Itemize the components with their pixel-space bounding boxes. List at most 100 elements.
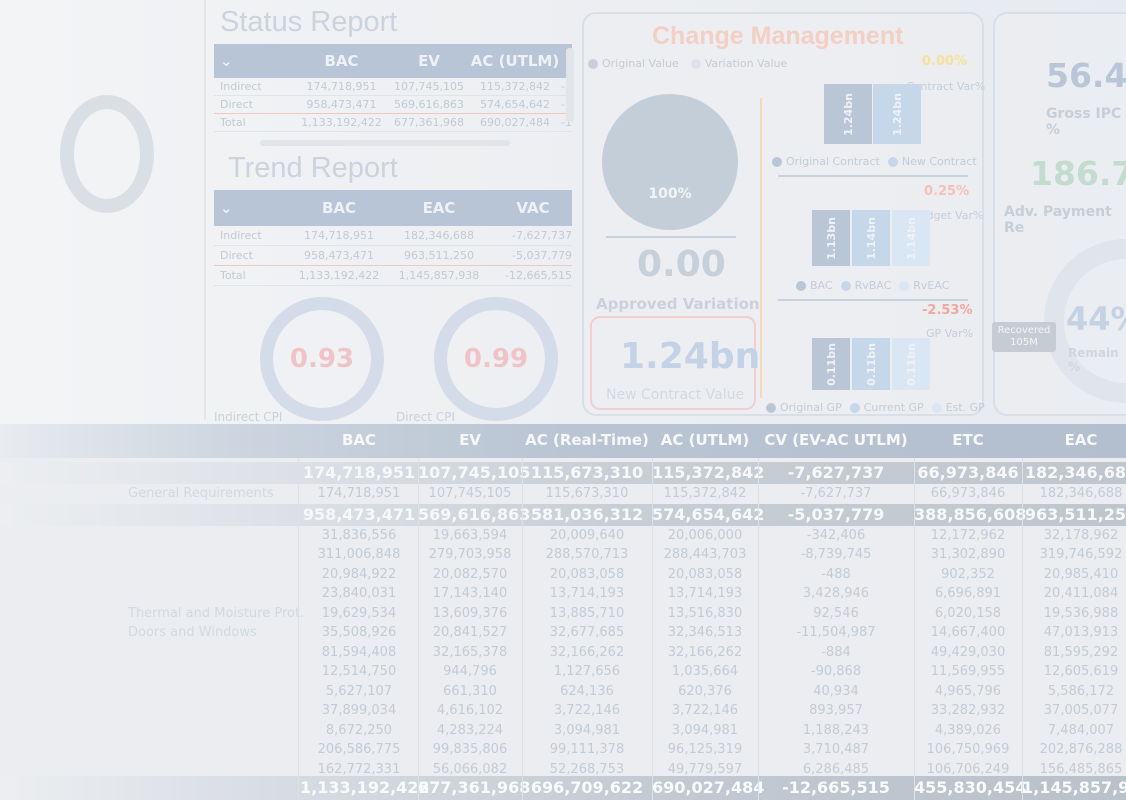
cell-eac: 182,346,688 bbox=[404, 229, 474, 242]
cell-ev: 677,361,968 bbox=[394, 116, 464, 129]
col-ev[interactable]: EV bbox=[418, 431, 522, 449]
col-etc[interactable]: ETC bbox=[914, 431, 1022, 449]
cell-vac: -12,665,515 bbox=[505, 269, 572, 282]
col-eac[interactable]: EAC bbox=[1022, 431, 1126, 449]
table-cell: 19,663,594 bbox=[432, 527, 508, 543]
row-label: General Requirements bbox=[128, 486, 274, 501]
table-cell: 156,485,865 bbox=[1039, 761, 1123, 777]
table-row[interactable]: General Requirements 174,718,951 107,745,1… bbox=[0, 484, 1126, 504]
group-row[interactable]: 958,473,471 569,616,863 581,036,312 574,654… bbox=[0, 503, 1126, 526]
table-cell: 32,165,378 bbox=[432, 644, 508, 660]
table-cell: 115,372,842 bbox=[663, 486, 747, 501]
table-cell: 12,172,962 bbox=[930, 527, 1006, 543]
table-cell: 620,376 bbox=[678, 683, 732, 699]
cell-bac: 1,133,192,422 bbox=[298, 269, 380, 282]
legend-dot-variation bbox=[690, 58, 701, 69]
status-col-ev: EV bbox=[418, 52, 440, 70]
table-cell: 5,586,172 bbox=[1047, 683, 1115, 699]
direct-cpi-value: 0.99 bbox=[463, 344, 529, 374]
table-row[interactable]: 5,627,107 661,310 624,136 620,376 40,934 4,96… bbox=[0, 682, 1126, 702]
table-row[interactable]: 31,836,556 19,663,594 20,009,640 20,006,000… bbox=[0, 526, 1126, 546]
divider bbox=[778, 175, 968, 177]
table-cell: 162,772,331 bbox=[317, 761, 401, 777]
table-row[interactable]: 311,006,848 279,703,958 288,570,713 288,443… bbox=[0, 545, 1126, 565]
legend-dot-original bbox=[588, 58, 598, 69]
horizontal-scrollbar[interactable] bbox=[260, 140, 510, 146]
total-cell: -12,665,515 bbox=[782, 778, 890, 797]
divider bbox=[606, 236, 736, 238]
total-cell: 690,027,484 bbox=[652, 778, 765, 797]
table-row[interactable]: 8,672,250 4,283,224 3,094,981 3,094,981 1,18… bbox=[0, 721, 1126, 741]
budget-legend: BAC RvBAC RvEAC bbox=[796, 279, 949, 292]
table-cell: 4,389,026 bbox=[934, 722, 1002, 738]
legend-rvbac: RvBAC bbox=[854, 279, 892, 292]
recovered-label: Recovered bbox=[997, 325, 1051, 336]
table-cell: 106,750,969 bbox=[926, 742, 1010, 757]
table-cell: 81,595,292 bbox=[1043, 644, 1119, 660]
table-row[interactable]: 37,899,034 4,616,102 3,722,146 3,722,146 893… bbox=[0, 701, 1126, 721]
column-divider bbox=[522, 458, 523, 800]
table-row[interactable]: 12,514,750 944,796 1,127,656 1,035,664 -90,8… bbox=[0, 662, 1126, 682]
table-cell: 202,876,288 bbox=[1039, 742, 1123, 757]
table-cell: -8,739,745 bbox=[800, 547, 872, 562]
row-label: Direct bbox=[220, 98, 253, 111]
bar-rveac: 1.14bn bbox=[892, 210, 930, 266]
approved-variation-label: Approved Variation bbox=[596, 295, 760, 313]
adv-payment-value: 186.75 bbox=[1030, 154, 1126, 193]
cm-legend: Original Value Variation Value bbox=[588, 57, 787, 70]
cell-ev: 569,616,863 bbox=[394, 98, 464, 111]
vertical-divider bbox=[760, 98, 762, 398]
col-bac[interactable]: BAC bbox=[300, 431, 418, 449]
table-cell: -90,868 bbox=[810, 664, 862, 679]
row-label: Indirect bbox=[220, 229, 262, 242]
total-row[interactable]: 1,133,192,422 677,361,968 696,709,622 690,0… bbox=[0, 776, 1126, 800]
table-cell: 1,035,664 bbox=[671, 664, 739, 679]
table-cell: 20,985,410 bbox=[1043, 566, 1119, 582]
column-divider bbox=[758, 458, 759, 800]
divider bbox=[778, 299, 968, 301]
cell-ac: 574,654,642 bbox=[480, 98, 550, 111]
gp-legend: Original GP Current GP Est. GP bbox=[766, 401, 985, 414]
direct-cpi-label: Direct CPI bbox=[396, 410, 455, 424]
bar-original-contract: 1.24bn bbox=[824, 84, 872, 144]
table-cell: 288,570,713 bbox=[545, 547, 629, 562]
table-cell: 11,569,955 bbox=[930, 664, 1006, 679]
table-cell: 32,178,962 bbox=[1043, 527, 1119, 543]
table-row[interactable]: 206,586,775 99,835,806 99,111,378 96,125,31… bbox=[0, 740, 1126, 760]
cell-ac: 690,027,484 bbox=[480, 116, 550, 129]
table-cell: 92,546 bbox=[813, 605, 859, 621]
table-cell: 115,673,310 bbox=[530, 463, 644, 482]
table-cell: 1,188,243 bbox=[802, 722, 870, 738]
col-cv[interactable]: CV (EV-AC UTLM) bbox=[758, 431, 914, 449]
change-management-title: Change Management bbox=[652, 22, 904, 50]
contract-legend: Original Contract New Contract bbox=[772, 155, 977, 168]
table-cell: 3,094,981 bbox=[553, 722, 621, 738]
indirect-cpi-label: Indirect CPI bbox=[214, 410, 283, 424]
table-row[interactable]: Thermal and Moisture Prot. 19,629,534 13,6… bbox=[0, 604, 1126, 624]
table-cell: 279,703,958 bbox=[428, 547, 512, 562]
table-cell: -5,037,779 bbox=[787, 504, 885, 524]
table-row[interactable]: 81,594,408 32,165,378 32,166,262 32,166,262… bbox=[0, 643, 1126, 663]
table-cell: 35,508,926 bbox=[321, 625, 397, 640]
table-row[interactable]: 23,840,031 17,143,140 13,714,193 13,714,193… bbox=[0, 584, 1126, 604]
table-cell: 20,082,570 bbox=[432, 566, 508, 582]
status-report-table: ⌄ BAC EV AC (UTLM) Indirect 174,718,951 … bbox=[214, 44, 572, 132]
row-label: Doors and Windows bbox=[128, 625, 257, 640]
col-ac-realtime[interactable]: AC (Real-Time) bbox=[522, 431, 652, 449]
vertical-scrollbar[interactable] bbox=[566, 48, 574, 122]
adv-payment-label: Adv. Payment Re bbox=[1004, 204, 1112, 236]
col-ac-utlm[interactable]: AC (UTLM) bbox=[652, 431, 758, 449]
trend-col-bac: BAC bbox=[321, 199, 357, 217]
table-cell: 8,672,250 bbox=[325, 722, 393, 738]
table-cell: 4,616,102 bbox=[436, 703, 504, 718]
trend-col-vac: VAC bbox=[516, 199, 550, 217]
cell-bac: 958,473,471 bbox=[306, 98, 377, 111]
table-cell: 3,710,487 bbox=[802, 742, 870, 757]
table-row[interactable]: Doors and Windows 35,508,926 20,841,527 32,… bbox=[0, 623, 1126, 643]
legend-current-gp: Current GP bbox=[863, 401, 924, 414]
left-ghost-panel bbox=[0, 0, 205, 430]
table-row[interactable]: 20,984,922 20,082,570 20,083,058 20,083,058… bbox=[0, 565, 1126, 585]
gp-var-label: GP Var% bbox=[926, 327, 974, 340]
contract-pie-chart: 100% bbox=[602, 94, 738, 230]
group-row[interactable]: 174,718,951 107,745,105 115,673,310 115,372… bbox=[0, 462, 1126, 484]
